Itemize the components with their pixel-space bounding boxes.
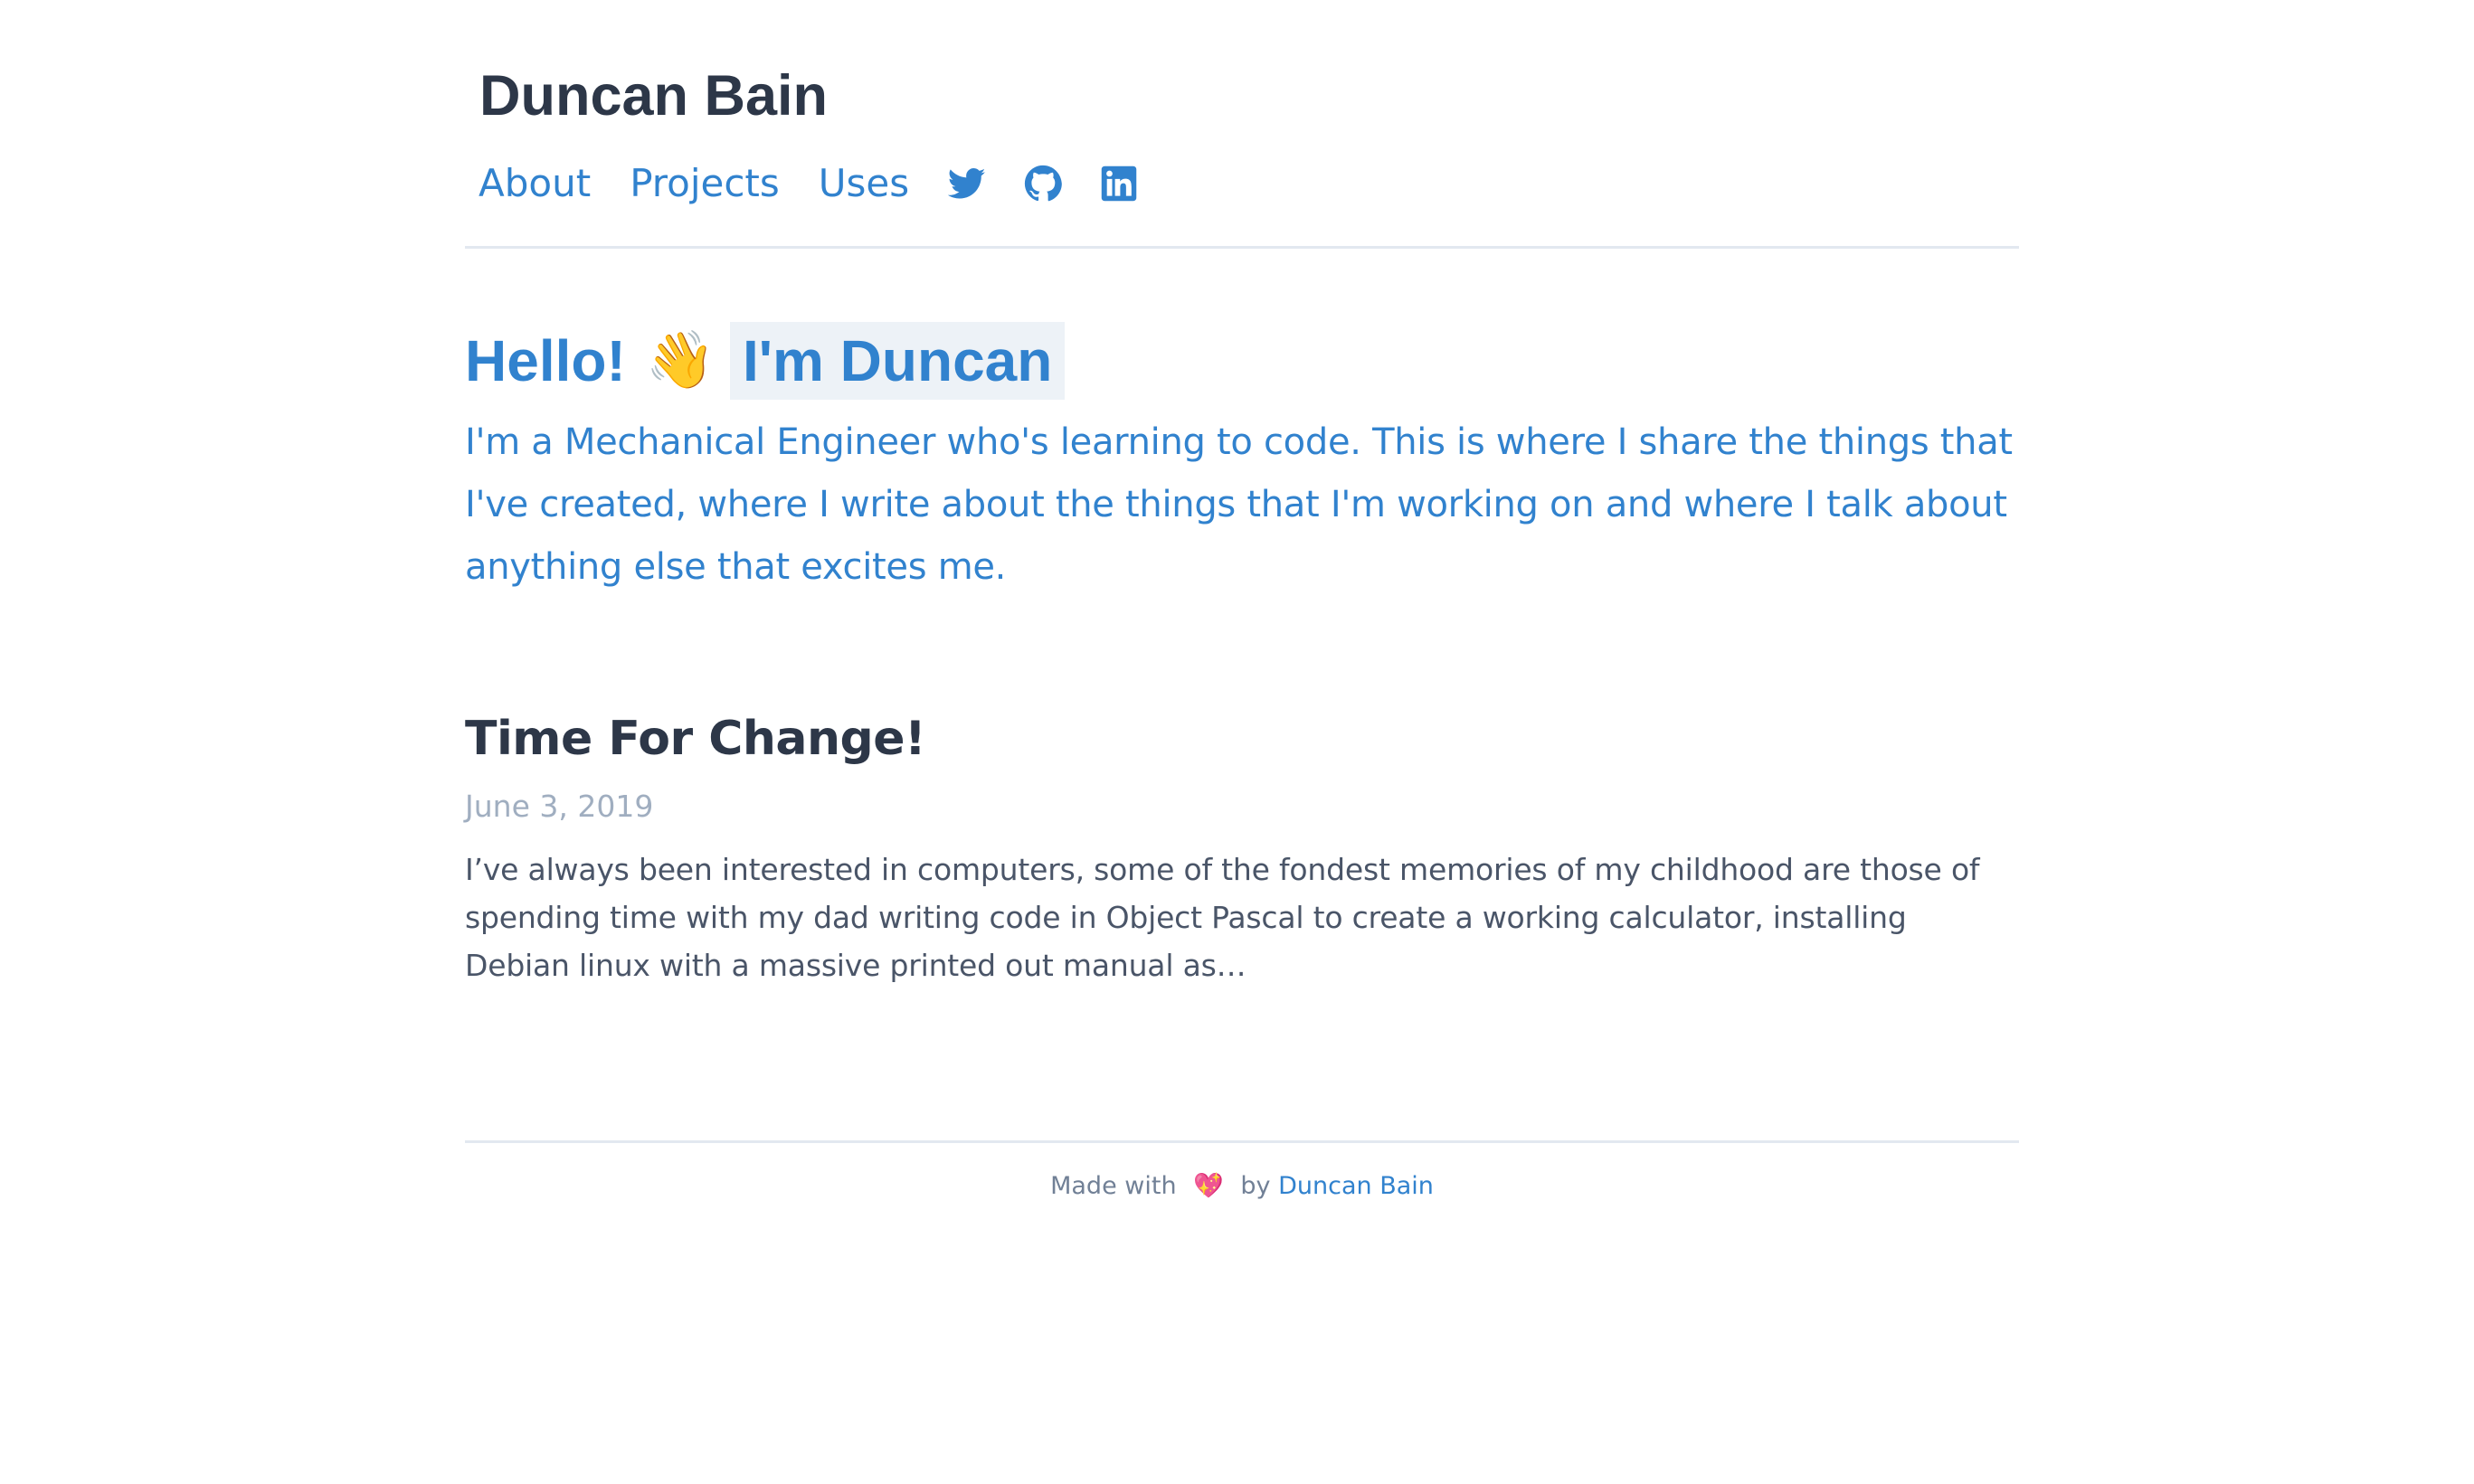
nav-link-projects[interactable]: Projects bbox=[630, 152, 780, 215]
hero-heading: Hello! 👋 I'm Duncan bbox=[465, 322, 1066, 400]
waving-hand-icon: 👋 bbox=[645, 329, 716, 392]
hero-name-highlight: I'm Duncan bbox=[729, 322, 1066, 400]
footer-prefix: Made with bbox=[1050, 1172, 1177, 1200]
footer-by: by bbox=[1240, 1172, 1271, 1200]
main-nav: About Projects Uses bbox=[479, 152, 1176, 215]
hero-greeting: Hello! bbox=[465, 328, 626, 393]
post-date: June 3, 2019 bbox=[465, 789, 654, 824]
footer-author-link[interactable]: Duncan Bain bbox=[1278, 1172, 1434, 1200]
hero-intro: I'm a Mechanical Engineer who's learning… bbox=[465, 421, 2013, 588]
site-title[interactable]: Duncan Bain bbox=[479, 63, 828, 128]
nav-link-uses[interactable]: Uses bbox=[819, 152, 909, 215]
linkedin-icon[interactable] bbox=[1100, 165, 1138, 203]
header-divider bbox=[465, 246, 2019, 249]
footer-divider bbox=[465, 1140, 2019, 1143]
post-title-link[interactable]: Time For Change! bbox=[465, 712, 926, 766]
post-excerpt: I’ve always been interested in computers… bbox=[465, 852, 1980, 983]
footer: Made with 💖 by Duncan Bain bbox=[465, 1171, 2019, 1200]
twitter-icon[interactable] bbox=[948, 165, 986, 203]
github-icon[interactable] bbox=[1024, 165, 1062, 203]
nav-link-about[interactable]: About bbox=[479, 152, 591, 215]
heart-icon: 💖 bbox=[1193, 1172, 1224, 1200]
